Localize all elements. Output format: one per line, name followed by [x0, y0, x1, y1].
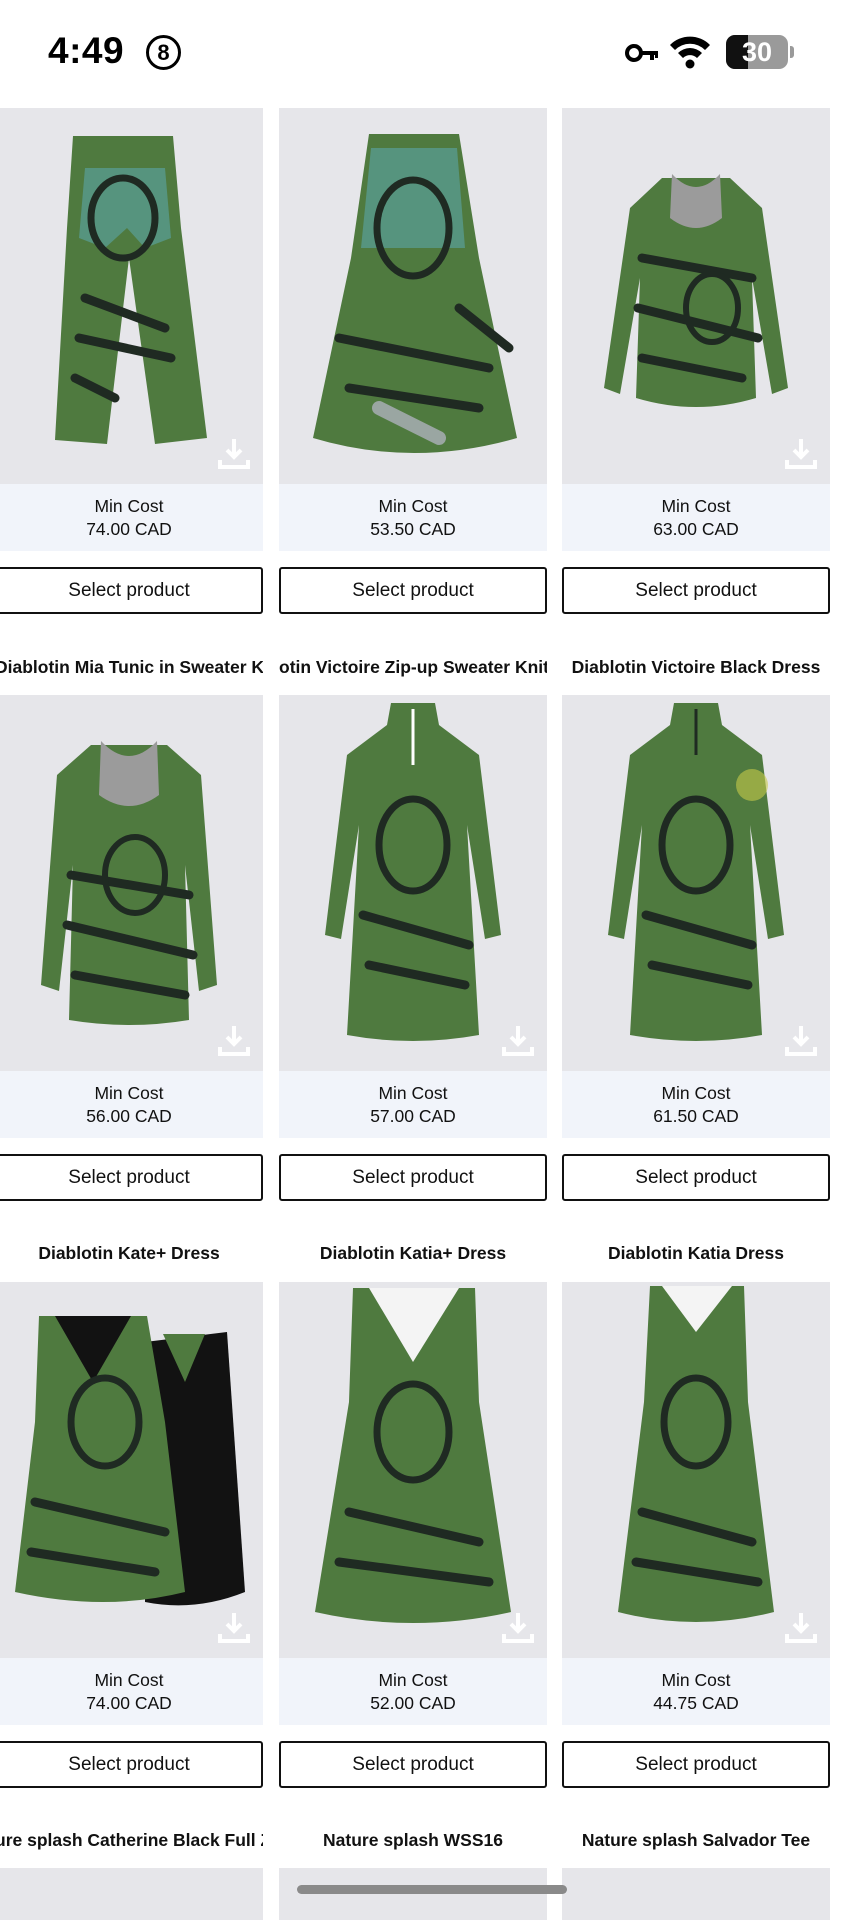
select-product-button[interactable]: Select product	[279, 1154, 547, 1201]
min-cost-panel: Min Cost 57.00 CAD	[279, 1071, 547, 1138]
product-image[interactable]	[562, 1868, 830, 1920]
product-title[interactable]: ure splash Catherine Black Full Zip	[0, 1820, 263, 1860]
garment-zip-dress-image	[325, 703, 501, 1041]
price-value: 44.75 CAD	[653, 1693, 739, 1713]
garment-tunic-image	[41, 741, 217, 1025]
select-product-button[interactable]: Select product	[279, 567, 547, 614]
select-product-button[interactable]: Select product	[562, 1154, 830, 1201]
select-product-button[interactable]: Select product	[0, 1154, 263, 1201]
min-cost-label: Min Cost	[661, 1670, 731, 1690]
min-cost-label: Min Cost	[378, 496, 448, 516]
price-value: 56.00 CAD	[86, 1106, 172, 1126]
garment-sleeveless-dress-image	[315, 1288, 511, 1623]
product-title[interactable]: Diablotin Mia Tunic in Sweater Knit	[0, 647, 263, 687]
min-cost-label: Min Cost	[378, 1670, 448, 1690]
price-value: 52.00 CAD	[370, 1693, 456, 1713]
product-image[interactable]	[0, 1868, 263, 1920]
min-cost-panel: Min Cost 74.00 CAD	[0, 1658, 263, 1725]
download-icon[interactable]	[784, 1610, 818, 1644]
product-grid: Min Cost 74.00 CAD Select product Min Co…	[0, 0, 864, 1920]
download-icon[interactable]	[501, 1610, 535, 1644]
product-title[interactable]: Diablotin Victoire Black Dress	[562, 647, 830, 687]
product-image[interactable]	[279, 1282, 547, 1658]
product-title[interactable]: Nature splash Salvador Tee	[562, 1820, 830, 1860]
garment-skirt-image	[313, 134, 517, 453]
garment-sleeveless-dress-image	[618, 1286, 774, 1622]
product-image[interactable]	[562, 108, 830, 484]
download-icon[interactable]	[217, 1023, 251, 1057]
min-cost-label: Min Cost	[94, 1083, 164, 1103]
select-product-button[interactable]: Select product	[0, 567, 263, 614]
home-indicator[interactable]	[297, 1885, 567, 1894]
product-image[interactable]	[0, 695, 263, 1071]
product-image[interactable]	[562, 1282, 830, 1658]
min-cost-panel: Min Cost 63.00 CAD	[562, 484, 830, 551]
product-title[interactable]: Diablotin Katia+ Dress	[279, 1233, 547, 1273]
price-value: 53.50 CAD	[370, 519, 456, 539]
select-product-button[interactable]: Select product	[279, 1741, 547, 1788]
select-product-button[interactable]: Select product	[562, 1741, 830, 1788]
min-cost-label: Min Cost	[94, 1670, 164, 1690]
price-value: 74.00 CAD	[86, 519, 172, 539]
price-value: 57.00 CAD	[370, 1106, 456, 1126]
download-icon[interactable]	[217, 436, 251, 470]
min-cost-panel: Min Cost 44.75 CAD	[562, 1658, 830, 1725]
min-cost-label: Min Cost	[378, 1083, 448, 1103]
select-product-button[interactable]: Select product	[0, 1741, 263, 1788]
download-icon[interactable]	[784, 1023, 818, 1057]
product-title[interactable]: Diablotin Kate+ Dress	[0, 1233, 263, 1273]
download-icon[interactable]	[501, 1023, 535, 1057]
download-icon[interactable]	[217, 1610, 251, 1644]
price-value: 74.00 CAD	[86, 1693, 172, 1713]
min-cost-label: Min Cost	[661, 496, 731, 516]
garment-zip-dress-image	[608, 703, 784, 1041]
product-title[interactable]: Diablotin Katia Dress	[562, 1233, 830, 1273]
product-image[interactable]	[0, 108, 263, 484]
garment-kate-dress-image	[15, 1316, 245, 1606]
min-cost-panel: Min Cost 74.00 CAD	[0, 484, 263, 551]
download-icon[interactable]	[784, 436, 818, 470]
product-title[interactable]: otin Victoire Zip-up Sweater Knit D	[279, 647, 547, 687]
min-cost-panel: Min Cost 61.50 CAD	[562, 1071, 830, 1138]
select-product-button[interactable]: Select product	[562, 567, 830, 614]
product-image[interactable]	[279, 108, 547, 484]
product-image[interactable]	[562, 695, 830, 1071]
price-value: 63.00 CAD	[653, 519, 739, 539]
min-cost-panel: Min Cost 53.50 CAD	[279, 484, 547, 551]
product-image[interactable]	[279, 1868, 547, 1920]
product-image[interactable]	[0, 1282, 263, 1658]
garment-pants-image	[55, 136, 207, 444]
min-cost-panel: Min Cost 56.00 CAD	[0, 1071, 263, 1138]
product-title[interactable]: Nature splash WSS16	[279, 1820, 547, 1860]
min-cost-panel: Min Cost 52.00 CAD	[279, 1658, 547, 1725]
garment-tunic-image	[604, 174, 788, 407]
min-cost-label: Min Cost	[94, 496, 164, 516]
min-cost-label: Min Cost	[661, 1083, 731, 1103]
product-image[interactable]	[279, 695, 547, 1071]
price-value: 61.50 CAD	[653, 1106, 739, 1126]
